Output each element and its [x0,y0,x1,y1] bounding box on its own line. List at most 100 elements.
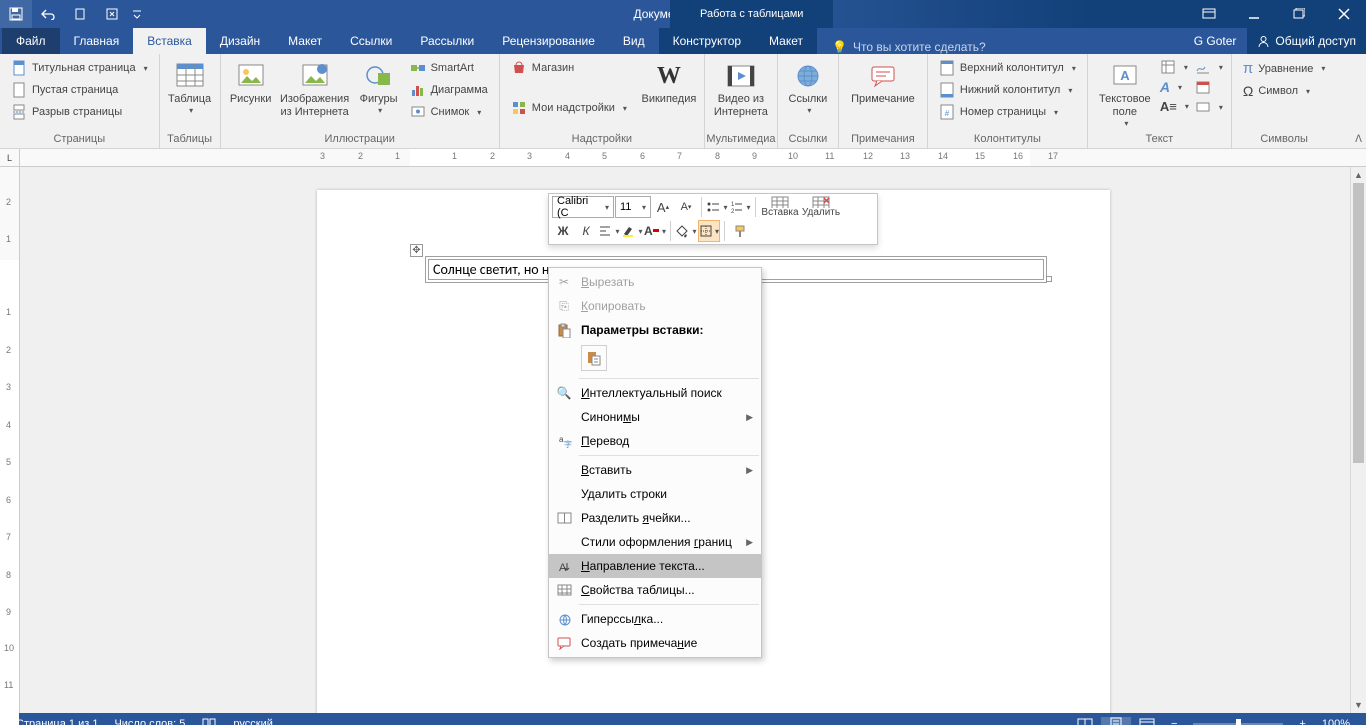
bold-button[interactable]: Ж [552,220,574,242]
mini-delete-button[interactable]: Удалить [801,196,841,218]
ctx-table-properties[interactable]: Свойства таблицы... [549,578,761,602]
object-button[interactable]: ▾ [1192,97,1226,117]
minimize-button[interactable] [1231,0,1276,28]
ctx-insert[interactable]: Вставить▶ [549,458,761,482]
zoom-in-button[interactable]: + [1291,718,1313,725]
tell-me-search[interactable]: 💡Что вы хотите сделать? [817,40,1001,54]
align-button[interactable]: ▾ [598,220,620,242]
tab-mailings[interactable]: Рассылки [406,28,488,54]
language-indicator[interactable]: русский [225,718,280,725]
horizontal-ruler[interactable]: 321 123 456 789 101112 131415 1617 [20,149,1366,167]
qat-customize-button[interactable] [128,0,146,28]
tab-file[interactable]: Файл [2,28,60,54]
ctx-translate[interactable]: а字Перевод [549,429,761,453]
ctx-hyperlink[interactable]: Гиперссылка... [549,607,761,631]
touch-mode-button[interactable] [96,0,128,28]
paste-option-keep-source[interactable] [581,345,607,371]
ctx-synonyms[interactable]: Синонимы▶ [549,405,761,429]
tab-review[interactable]: Рецензирование [488,28,609,54]
smartart-button[interactable]: SmartArt [404,57,494,79]
chart-button[interactable]: Диаграмма [404,79,494,101]
ctx-delete-rows[interactable]: Удалить строки [549,482,761,506]
close-button[interactable] [1321,0,1366,28]
numbering-button[interactable]: 12▾ [729,196,751,218]
undo-button[interactable] [32,0,64,28]
word-count[interactable]: Число слов: 5 [106,718,193,725]
tab-insert[interactable]: Вставка [133,28,206,54]
print-layout-button[interactable] [1101,717,1131,725]
online-pictures-button[interactable]: Изображения из Интернета [276,57,354,119]
shrink-font-button[interactable]: A▾ [675,196,697,218]
font-color-button[interactable]: A▾ [644,220,666,242]
vertical-scrollbar[interactable]: ▲ ▼ [1350,167,1366,713]
blank-page-button[interactable]: Пустая страница [5,79,154,101]
dropcap-button[interactable]: A≡▾ [1157,97,1192,116]
collapse-ribbon-button[interactable]: ᐱ [1355,134,1362,145]
ribbon-options-button[interactable] [1186,0,1231,28]
scrollbar-thumb[interactable] [1353,183,1364,463]
tab-table-design[interactable]: Конструктор [659,28,755,54]
ruler-corner[interactable]: L [0,149,20,167]
save-button[interactable] [0,0,32,28]
textbox-button[interactable]: AТекстовое поле▾ [1093,57,1157,129]
my-addins-button[interactable]: Мои надстройки▾ [505,97,633,119]
zoom-level[interactable]: 100% [1314,718,1358,725]
mini-insert-button[interactable]: Вставка [760,196,800,218]
comment-button[interactable]: Примечание [844,57,922,106]
datetime-button[interactable] [1192,77,1226,97]
shapes-button[interactable]: Фигуры▾ [354,57,404,116]
links-button[interactable]: Ссылки▾ [783,57,833,116]
store-button[interactable]: Магазин [505,57,633,79]
ctx-new-comment[interactable]: Создать примечание [549,631,761,655]
page-indicator[interactable]: Страница 1 из 1 [8,718,106,725]
signature-button[interactable]: ▾ [1192,57,1226,77]
equation-button[interactable]: πУравнение▾ [1237,57,1331,80]
read-mode-button[interactable] [1069,718,1101,725]
format-painter-button[interactable] [729,220,751,242]
repeat-button[interactable] [64,0,96,28]
symbol-button[interactable]: ΩСимвол▾ [1237,80,1331,102]
header-button[interactable]: Верхний колонтитул▾ [933,57,1082,79]
ctx-border-styles[interactable]: Стили оформления границ▶ [549,530,761,554]
tab-table-layout[interactable]: Макет [755,28,817,54]
online-video-button[interactable]: Видео из Интернета [710,57,772,119]
table-resize-handle[interactable] [1046,276,1052,282]
cover-page-button[interactable]: Титульная страница▾ [5,57,154,79]
scroll-up-button[interactable]: ▲ [1351,167,1366,183]
pictures-button[interactable]: Рисунки [226,57,276,106]
borders-button[interactable]: ▾ [698,220,720,242]
ctx-text-direction[interactable]: AНаправление текста... [549,554,761,578]
tab-references[interactable]: Ссылки [336,28,406,54]
share-button[interactable]: Общий доступ [1247,28,1366,54]
table-button[interactable]: Таблица▾ [165,57,215,116]
bullets-button[interactable]: ▾ [706,196,728,218]
screenshot-button[interactable]: Снимок▾ [404,101,494,123]
shading-button[interactable]: ▾ [675,220,697,242]
scroll-down-button[interactable]: ▼ [1351,697,1366,713]
quick-parts-button[interactable]: ▾ [1157,57,1192,77]
page-break-button[interactable]: Разрыв страницы [5,101,154,123]
ctx-smart-lookup[interactable]: 🔍Интеллектуальный поиск [549,381,761,405]
maximize-button[interactable] [1276,0,1321,28]
ctx-split-cells[interactable]: Разделить ячейки... [549,506,761,530]
page-number-button[interactable]: #Номер страницы▾ [933,101,1082,123]
italic-button[interactable]: К [575,220,597,242]
tab-design[interactable]: Дизайн [206,28,274,54]
web-layout-button[interactable] [1131,718,1163,725]
wikipedia-button[interactable]: WВикипедия [639,57,699,106]
tab-home[interactable]: Главная [60,28,134,54]
grow-font-button[interactable]: A▴ [652,196,674,218]
proofing-button[interactable] [193,717,225,725]
tab-view[interactable]: Вид [609,28,659,54]
vertical-ruler[interactable]: 2 1 1 2 3 4 5 6 7 8 9 10 11 [0,167,20,713]
document-viewport[interactable]: ✥ Солнце светит, но не греет Calibri (С▾… [20,167,1366,713]
wordart-button[interactable]: A▾ [1157,77,1192,97]
zoom-out-button[interactable]: − [1163,718,1185,725]
tab-layout[interactable]: Макет [274,28,336,54]
table-move-handle[interactable]: ✥ [410,244,423,257]
user-name[interactable]: G Goter [1186,34,1245,48]
highlight-button[interactable]: ▾ [621,220,643,242]
font-size-combo[interactable]: 11▾ [615,196,651,218]
font-name-combo[interactable]: Calibri (С▾ [552,196,614,218]
footer-button[interactable]: Нижний колонтитул▾ [933,79,1082,101]
